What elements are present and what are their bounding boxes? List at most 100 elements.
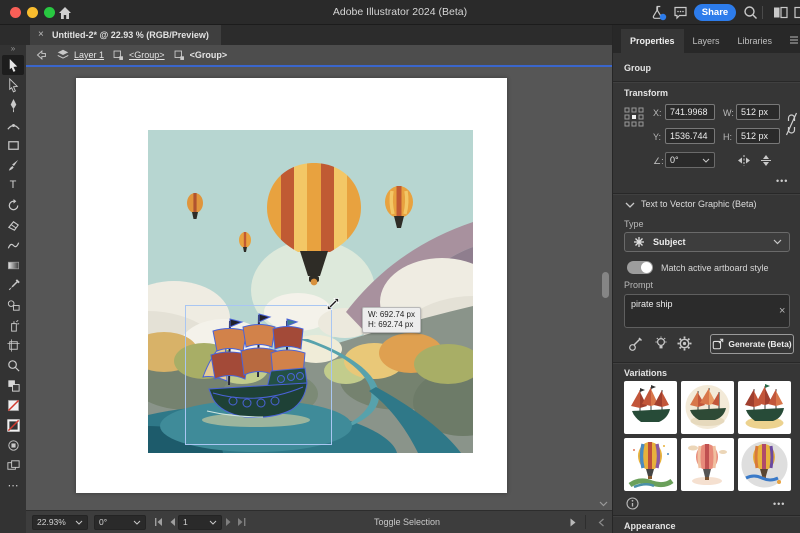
scroll-down-icon[interactable] <box>599 501 608 507</box>
unlink-dimensions-icon[interactable] <box>785 109 798 139</box>
panel-menu-icon[interactable] <box>789 35 799 45</box>
match-artboard-style-toggle[interactable] <box>627 261 653 274</box>
direct-selection-tool[interactable] <box>2 75 24 95</box>
zoom-tool[interactable] <box>2 355 24 375</box>
toolbar-expand-icon[interactable]: » <box>11 45 15 55</box>
info-icon[interactable] <box>626 497 639 510</box>
pen-tool[interactable] <box>2 95 24 115</box>
drawing-mode-icon[interactable] <box>2 435 24 455</box>
status-menu-arrow-icon[interactable] <box>566 515 579 530</box>
fill-swatch-none[interactable] <box>2 395 24 415</box>
selection-bounding-box[interactable] <box>185 305 332 445</box>
size-tooltip-height: H: 692.74 px <box>368 320 415 330</box>
status-display[interactable]: Toggle Selection <box>248 517 566 527</box>
type-dropdown[interactable]: Subject <box>624 232 790 252</box>
prompt-input[interactable]: pirate ship <box>624 294 790 328</box>
type-tool[interactable]: T <box>2 175 24 195</box>
transform-section-title: Transform <box>624 88 668 98</box>
symbol-sprayer-tool[interactable] <box>2 315 24 335</box>
artboard-tool[interactable] <box>2 335 24 355</box>
panel-resize-icon[interactable] <box>595 515 608 530</box>
close-tab-icon[interactable]: × <box>38 25 44 45</box>
rectangle-tool[interactable] <box>2 135 24 155</box>
angle-dropdown[interactable]: 0° <box>665 152 715 168</box>
appearance-section-title: Appearance <box>624 521 676 531</box>
generate-button[interactable]: Generate (Beta) <box>710 334 794 354</box>
variation-thumbnail-6[interactable] <box>738 438 791 491</box>
transform-more-options[interactable]: ••• <box>776 176 788 186</box>
match-artboard-style-label: Match active artboard style <box>661 263 769 273</box>
group-icon <box>112 49 125 62</box>
variation-thumbnail-1[interactable] <box>624 381 677 434</box>
toolbar: » T ⋯ <box>0 45 26 533</box>
variation-thumbnail-5[interactable] <box>681 438 734 491</box>
section-collapse-icon[interactable] <box>625 202 635 209</box>
variation-thumbnail-3[interactable] <box>738 381 791 434</box>
panel-divider <box>613 81 800 82</box>
canvas-vertical-scrollbar[interactable] <box>602 272 609 298</box>
comments-icon[interactable] <box>672 4 689 21</box>
selection-tool[interactable] <box>2 55 24 75</box>
breadcrumb-group-2: <Group> <box>190 50 228 60</box>
panel-divider <box>613 515 800 516</box>
variations-more-options[interactable]: ••• <box>773 499 785 509</box>
rotate-tool[interactable] <box>2 195 24 215</box>
h-input[interactable] <box>736 128 780 144</box>
workspace-layout-icon[interactable] <box>772 4 789 21</box>
y-label: Y: <box>653 132 661 142</box>
last-artboard-button[interactable] <box>235 515 248 530</box>
reference-point-selector[interactable] <box>624 107 644 127</box>
search-icon[interactable] <box>742 4 759 21</box>
tab-properties[interactable]: Properties <box>621 29 684 53</box>
curvature-tool[interactable] <box>2 115 24 135</box>
panel-toggle-icon[interactable] <box>793 4 800 21</box>
w-input[interactable] <box>736 104 780 120</box>
panel-tab-bar: Properties Layers Libraries <box>613 25 800 53</box>
artboard-number-dropdown[interactable]: 1 <box>178 515 222 530</box>
blend-tool[interactable] <box>2 295 24 315</box>
canvas-area[interactable]: W: 692.74 px H: 692.74 px <box>26 67 612 510</box>
back-arrow-icon[interactable] <box>34 48 48 62</box>
zoom-level-dropdown[interactable]: 22.93% <box>32 515 88 530</box>
rotation-value: 0° <box>99 517 107 527</box>
toggle-knob <box>641 262 652 273</box>
gradient-tool[interactable] <box>2 255 24 275</box>
rotation-dropdown[interactable]: 0° <box>94 515 146 530</box>
document-tab[interactable]: × Untitled-2* @ 22.93 % (RGB/Preview) <box>30 25 221 45</box>
clear-prompt-icon[interactable]: × <box>779 305 785 317</box>
flip-horizontal-icon[interactable] <box>737 154 751 167</box>
tab-libraries[interactable]: Libraries <box>729 29 782 53</box>
flip-vertical-icon[interactable] <box>759 154 773 167</box>
h-label: H: <box>723 132 732 142</box>
tab-layers[interactable]: Layers <box>684 29 729 53</box>
variation-thumbnail-2[interactable] <box>681 381 734 434</box>
y-input[interactable] <box>665 128 715 144</box>
variation-thumbnail-4[interactable] <box>624 438 677 491</box>
eyedropper-tool[interactable] <box>2 275 24 295</box>
titlebar-divider <box>762 6 763 19</box>
control-bar: Layer 1 <Group> <Group> <box>26 45 612 67</box>
screen-mode-icon[interactable] <box>2 455 24 475</box>
first-artboard-button[interactable] <box>152 515 165 530</box>
share-button[interactable]: Share <box>694 4 736 21</box>
chevron-down-icon <box>702 158 710 163</box>
beta-flask-icon[interactable] <box>650 4 667 21</box>
paintbrush-tool[interactable] <box>2 155 24 175</box>
breadcrumb-group-1[interactable]: <Group> <box>129 50 165 60</box>
stroke-swatch-none[interactable] <box>2 415 24 435</box>
next-artboard-button[interactable] <box>222 515 235 530</box>
previous-artboard-button[interactable] <box>165 515 178 530</box>
eraser-tool[interactable] <box>2 215 24 235</box>
chevron-down-icon <box>209 520 217 525</box>
gear-icon[interactable] <box>677 336 692 351</box>
x-input[interactable] <box>665 104 715 120</box>
shaper-tool[interactable] <box>2 235 24 255</box>
sample-style-icon[interactable] <box>627 337 643 352</box>
w-label: W: <box>723 108 734 118</box>
prompt-label: Prompt <box>624 280 653 290</box>
lightbulb-icon[interactable] <box>654 336 668 352</box>
swap-fill-stroke-icon[interactable] <box>2 375 24 395</box>
title-bar: Adobe Illustrator 2024 (Beta) Share <box>0 0 800 25</box>
toolbar-more-icon[interactable]: ⋯ <box>2 475 24 495</box>
breadcrumb-layer[interactable]: Layer 1 <box>74 50 104 60</box>
